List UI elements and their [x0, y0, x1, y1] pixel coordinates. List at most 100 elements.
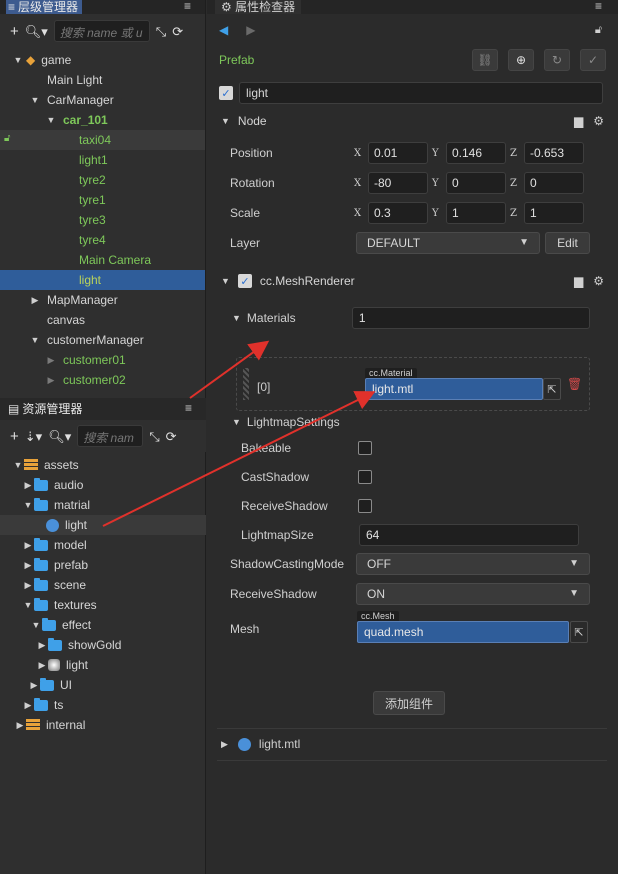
tree-node-customer02[interactable]: ▶ customer02 [0, 370, 205, 390]
expand-arrow-icon[interactable]: ▼ [22, 500, 34, 510]
gear-icon[interactable]: ⚙ [593, 274, 604, 288]
assets-menu-icon[interactable]: ≡ [185, 401, 192, 415]
expand-arrow-icon[interactable]: ▼ [12, 460, 24, 470]
tree-node-main-camera[interactable]: Main Camera [0, 250, 205, 270]
tree-node-customermanager[interactable]: ▼ customerManager [0, 330, 205, 350]
scale-z-input[interactable]: 1 [524, 202, 584, 224]
asset-picker-icon[interactable]: ⇱ [543, 378, 561, 400]
expand-arrow-icon[interactable]: ▼ [29, 335, 41, 345]
rotation-x-input[interactable]: -80 [368, 172, 428, 194]
asset-picker-icon[interactable]: ⇱ [570, 621, 588, 643]
position-x-input[interactable]: 0.01 [368, 142, 428, 164]
expand-arrow-icon[interactable]: ▼ [221, 116, 230, 126]
asset-ui[interactable]: ▶ UI [0, 675, 206, 695]
asset-textures[interactable]: ▼ textures [0, 595, 206, 615]
drag-handle[interactable] [243, 368, 249, 400]
inspector-menu-icon[interactable]: ≡ [595, 0, 602, 13]
receiveshadow-lightmap-checkbox[interactable] [358, 498, 372, 513]
assets-search-input[interactable]: 搜索 nam [77, 425, 144, 447]
rotation-y-input[interactable]: 0 [446, 172, 506, 194]
asset-effect[interactable]: ▼ effect [0, 615, 206, 635]
tree-node-game[interactable]: ▼ ◆ game [0, 50, 205, 70]
node-section-header[interactable]: ▼ Node ▆ ⚙ [207, 108, 618, 134]
tree-node-tyre4[interactable]: tyre4 [0, 230, 205, 250]
material-asset-section[interactable]: ▶ light.mtl [221, 737, 300, 751]
trash-icon[interactable]: 🗑 [567, 377, 582, 391]
tree-node-carmanager[interactable]: ▼ CarManager [0, 90, 205, 110]
asset-scene[interactable]: ▶ scene [0, 575, 206, 595]
collapsed-arrow-icon[interactable]: ▶ [22, 700, 34, 711]
expand-arrow-icon[interactable]: ▼ [22, 600, 34, 610]
unlink-prefab-button[interactable]: ⛓ [472, 49, 498, 71]
collapsed-arrow-icon[interactable]: ▶ [221, 739, 228, 750]
expand-arrow-icon[interactable]: ▼ [45, 115, 57, 125]
expand-arrow-icon[interactable]: ▼ [12, 55, 24, 65]
materials-count-input[interactable]: 1 [351, 307, 590, 329]
add-icon[interactable]: + [10, 24, 19, 39]
tree-node-car-101[interactable]: ▼ car_101 [0, 110, 205, 130]
doc-icon[interactable]: ▆ [574, 114, 583, 128]
back-arrow-icon[interactable]: ◀ [219, 23, 228, 37]
tree-node-canvas[interactable]: canvas [0, 310, 205, 330]
collapsed-arrow-icon[interactable]: ▶ [22, 480, 34, 491]
tree-node-customer01[interactable]: ▶ customer01 [0, 350, 205, 370]
asset-internal[interactable]: ▶ internal [0, 715, 206, 735]
assets-tab[interactable]: ▤ 资源管理器 [6, 402, 86, 416]
node-name-input[interactable]: light [239, 82, 603, 104]
hierarchy-tab[interactable]: ≡ 层级管理器 [6, 0, 83, 14]
meshrenderer-header[interactable]: ▼ ✓ cc.MeshRenderer ▆ ⚙ [207, 268, 618, 294]
add-icon[interactable]: + [10, 429, 19, 444]
expand-arrow-icon[interactable]: ▼ [232, 417, 241, 427]
add-component-button[interactable]: 添加组件 [373, 691, 445, 715]
tree-node-light1[interactable]: light1 [0, 150, 205, 170]
collapsed-arrow-icon[interactable]: ▶ [45, 375, 57, 386]
tree-node-tyre3[interactable]: tyre3 [0, 210, 205, 230]
tree-node-tyre2[interactable]: tyre2 [0, 170, 205, 190]
unlock-icon[interactable]: 🔓︎ [595, 24, 602, 37]
collapsed-arrow-icon[interactable]: ▶ [29, 295, 41, 306]
collapse-icon[interactable]: ⤡ [156, 25, 166, 38]
sort-icon[interactable]: ⇣▾ [25, 430, 42, 443]
collapsed-arrow-icon[interactable]: ▶ [45, 355, 57, 366]
lightmapsize-input[interactable]: 64 [359, 523, 579, 546]
rotation-z-input[interactable]: 0 [524, 172, 584, 194]
tree-node-tyre1[interactable]: tyre1 [0, 190, 205, 210]
collapsed-arrow-icon[interactable]: ▶ [22, 540, 34, 551]
locate-prefab-button[interactable]: ⊕ [508, 49, 534, 71]
lightmap-settings-row[interactable]: ▼ LightmapSettings [207, 411, 618, 433]
tree-node-main-light[interactable]: Main Light [0, 70, 205, 90]
expand-arrow-icon[interactable]: ▼ [232, 313, 241, 323]
layer-select[interactable]: DEFAULT ▼ [356, 232, 540, 254]
refresh-icon[interactable]: ⟳ [172, 25, 183, 38]
asset-showgold[interactable]: ▶ showGold [0, 635, 206, 655]
collapsed-arrow-icon[interactable]: ▶ [14, 720, 26, 731]
asset-matrial[interactable]: ▼ matrial [0, 495, 206, 515]
receiveshadow-select[interactable]: ON ▼ [356, 583, 590, 605]
doc-icon[interactable]: ▆ [574, 274, 583, 288]
refresh-icon[interactable]: ⟳ [166, 430, 177, 443]
collapsed-arrow-icon[interactable]: ▶ [28, 680, 40, 691]
tree-node-taxi04[interactable]: 🔓︎ taxi04 [0, 130, 205, 150]
position-z-input[interactable]: -0.653 [524, 142, 584, 164]
apply-prefab-button[interactable]: ✓ [580, 49, 606, 71]
bakeable-checkbox[interactable] [358, 440, 372, 455]
expand-arrow-icon[interactable]: ▼ [29, 95, 41, 105]
asset-model[interactable]: ▶ model [0, 535, 206, 555]
forward-arrow-icon[interactable]: ▶ [246, 23, 255, 37]
search-type-icon[interactable]: 🔍︎▾ [48, 430, 71, 443]
revert-prefab-button[interactable]: ↻ [544, 49, 570, 71]
node-active-checkbox[interactable]: ✓ [219, 86, 233, 100]
expand-arrow-icon[interactable]: ▼ [221, 276, 230, 286]
scale-x-input[interactable]: 0.3 [368, 202, 428, 224]
mesh-asset-field[interactable]: quad.mesh [357, 621, 569, 643]
scale-y-input[interactable]: 1 [446, 202, 506, 224]
collapsed-arrow-icon[interactable]: ▶ [36, 660, 48, 671]
layer-edit-button[interactable]: Edit [545, 232, 590, 254]
meshrenderer-enabled-checkbox[interactable]: ✓ [237, 274, 252, 288]
material-asset-field[interactable]: light.mtl [365, 378, 543, 400]
asset-ts[interactable]: ▶ ts [0, 695, 206, 715]
collapse-icon[interactable]: ⤡ [149, 430, 159, 443]
collapsed-arrow-icon[interactable]: ▶ [22, 560, 34, 571]
gear-icon[interactable]: ⚙ [593, 114, 604, 128]
shadowcasting-select[interactable]: OFF ▼ [356, 553, 590, 575]
